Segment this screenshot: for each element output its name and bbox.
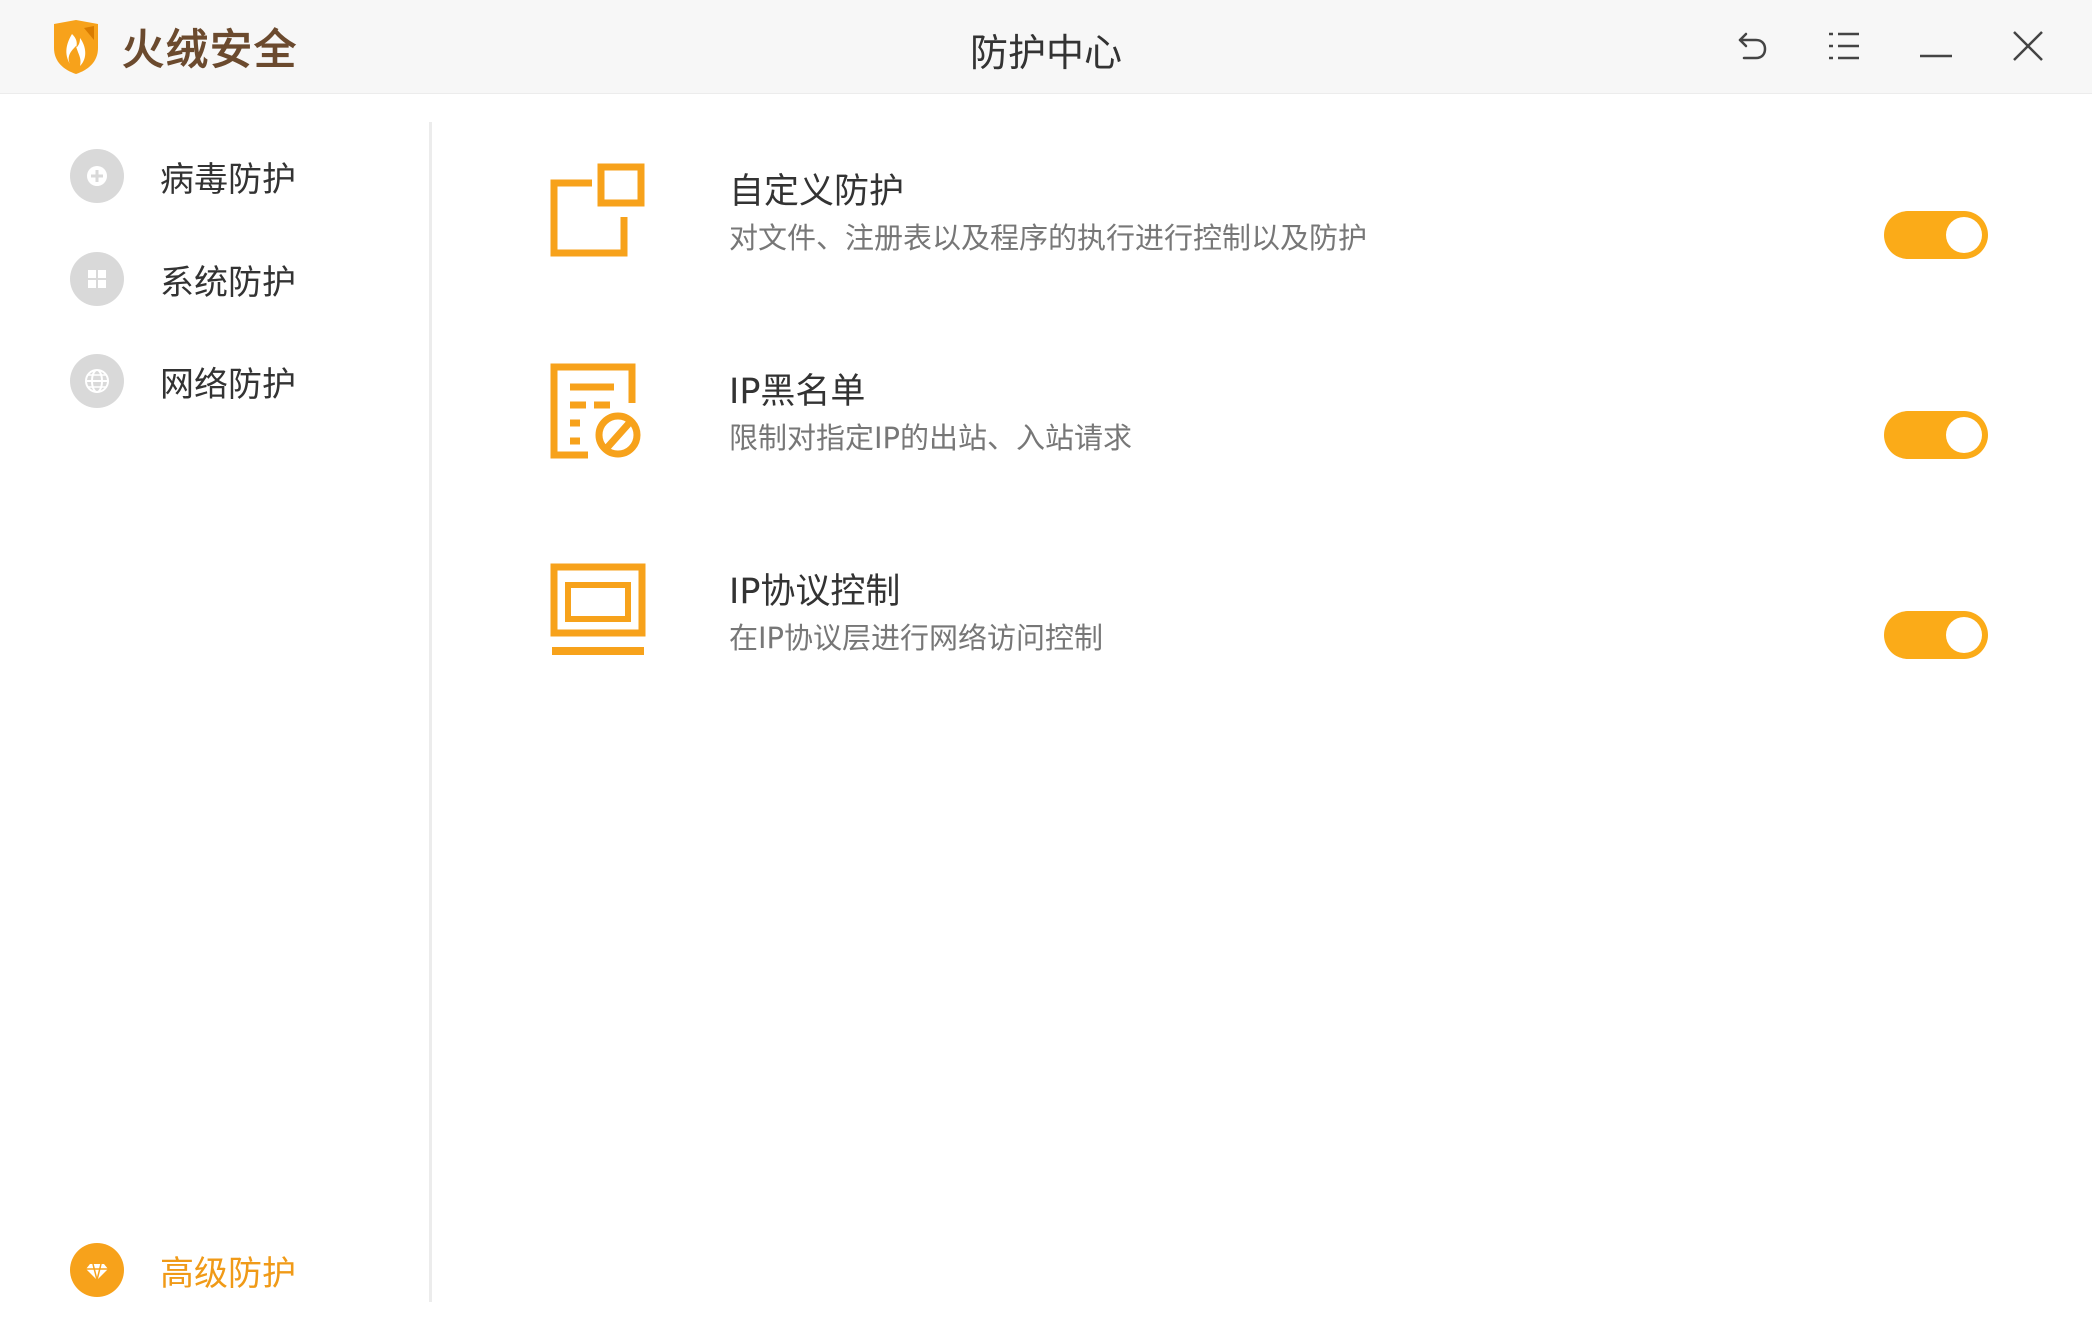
feature-title: 自定义防护: [729, 172, 905, 212]
sidebar-item-label: 高级防护: [160, 1253, 296, 1294]
virus-shield-icon: [70, 149, 124, 203]
sidebar-divider: [429, 122, 432, 1302]
sidebar: 病毒防护 系统防护 网络防护 高级防护: [0, 94, 429, 1300]
feature-row-ip-blacklist: IP黑名单 限制对指定IP的出站、入站请求: [548, 363, 1988, 483]
globe-icon: [70, 354, 124, 408]
custom-protection-toggle[interactable]: [1884, 211, 1988, 259]
minimize-button[interactable]: [1912, 22, 1960, 70]
sidebar-item-label: 网络防护: [160, 364, 296, 405]
app-window: 火绒安全 防护中心 病毒防护 系统防护 网络防护 高级防护 自定义防护 对文件、…: [0, 0, 2092, 1317]
toggle-knob: [1946, 417, 1982, 453]
menu-button[interactable]: [1820, 22, 1868, 70]
ip-blacklist-toggle[interactable]: [1884, 411, 1988, 459]
sidebar-item-label: 系统防护: [160, 262, 296, 303]
feature-title: IP协议控制: [729, 572, 901, 612]
sidebar-item-network-protection[interactable]: 网络防护: [70, 353, 296, 409]
toggle-knob: [1946, 217, 1982, 253]
feature-row-custom-protection: 自定义防护 对文件、注册表以及程序的执行进行控制以及防护: [548, 163, 1988, 283]
window-controls: [1684, 22, 2052, 70]
sidebar-item-virus-protection[interactable]: 病毒防护: [70, 148, 296, 204]
close-button[interactable]: [2004, 22, 2052, 70]
sidebar-item-system-protection[interactable]: 系统防护: [70, 251, 296, 307]
ip-protocol-control-toggle[interactable]: [1884, 611, 1988, 659]
close-icon: [2013, 31, 2043, 61]
menu-list-icon: [1829, 32, 1859, 60]
sidebar-item-advanced-protection[interactable]: 高级防护: [70, 1242, 296, 1298]
diamond-icon: [70, 1243, 124, 1297]
laptop-icon: [550, 563, 646, 655]
undo-arrow-icon: [1738, 32, 1767, 60]
feature-description: 限制对指定IP的出站、入站请求: [729, 421, 1133, 455]
blacklist-document-icon: [550, 363, 641, 459]
custom-window-icon: [550, 163, 645, 257]
feature-description: 对文件、注册表以及程序的执行进行控制以及防护: [729, 221, 1368, 255]
feature-title: IP黑名单: [729, 372, 866, 412]
title-bar: 火绒安全 防护中心: [0, 0, 2092, 94]
feature-description: 在IP协议层进行网络访问控制: [729, 621, 1104, 655]
sidebar-item-label: 病毒防护: [160, 159, 296, 200]
windows-icon: [70, 252, 124, 306]
minimize-icon: [1920, 54, 1952, 58]
back-button[interactable]: [1728, 22, 1776, 70]
feature-row-ip-protocol-control: IP协议控制 在IP协议层进行网络访问控制: [548, 563, 1988, 683]
toggle-knob: [1946, 617, 1982, 653]
